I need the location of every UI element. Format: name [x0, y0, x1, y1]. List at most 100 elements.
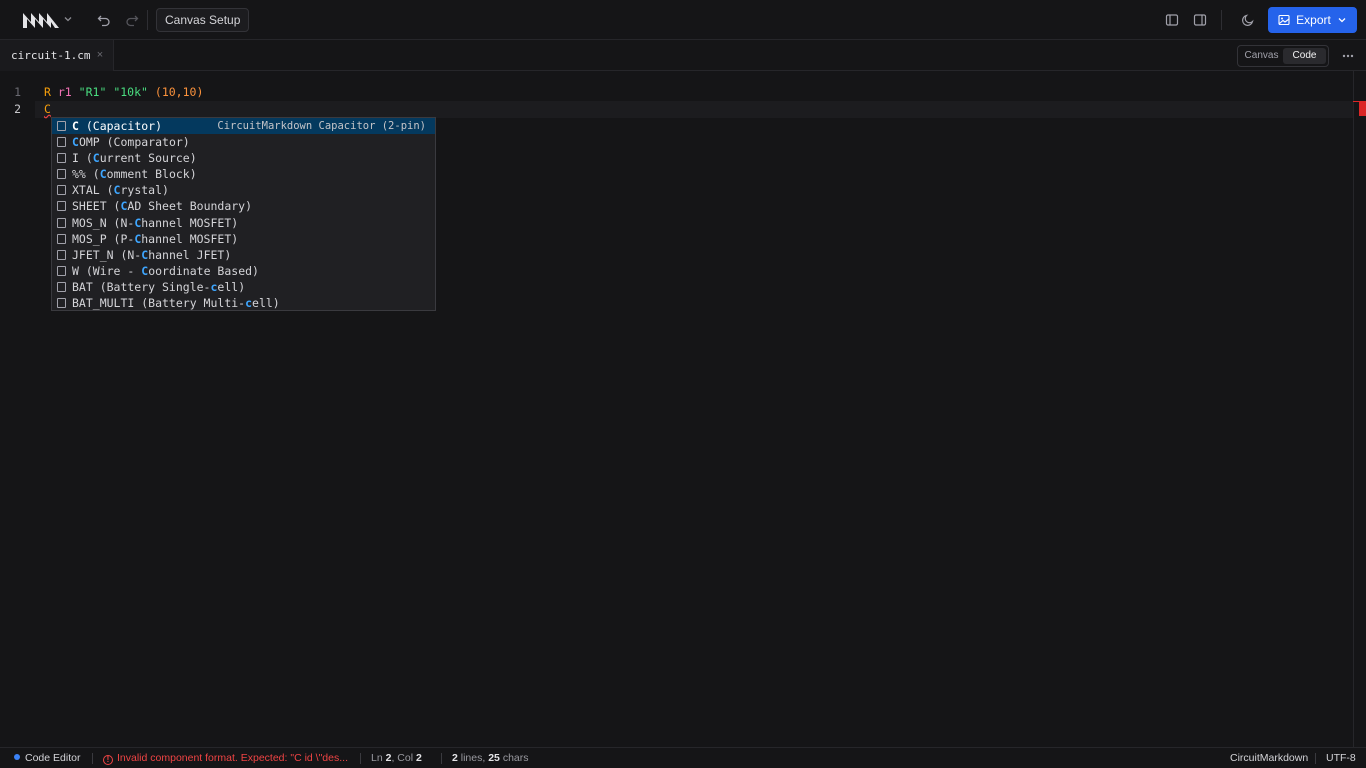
suggestion-item[interactable]: %% (Comment Block)	[52, 166, 435, 182]
status-divider	[1315, 753, 1316, 764]
editor-scrollbar[interactable]	[1353, 71, 1366, 747]
code-line-1[interactable]: R r1 "R1" "10k" (10,10)	[44, 84, 203, 101]
close-icon[interactable]: ×	[94, 49, 106, 61]
suggestion-text: BAT_MULTI (Battery Multi-	[72, 296, 246, 311]
status-doc-stats: 2 lines, 25 chars	[452, 748, 529, 768]
active-line-highlight	[35, 101, 1353, 118]
top-toolbar: Canvas Setup Export	[0, 0, 1366, 40]
suggestion-text: MOS_N (N-	[72, 215, 135, 230]
export-button[interactable]: Export	[1268, 7, 1357, 33]
suggestion-text: (Capacitor)	[78, 119, 163, 133]
suggestion-text: urrent Source)	[99, 151, 197, 166]
tab-code[interactable]: Code	[1283, 48, 1326, 64]
token-keyword: R	[44, 85, 51, 99]
suggestion-text: hannel MOSFET)	[141, 231, 239, 246]
suggestion-text: ell)	[252, 296, 280, 311]
suggestion-text: hannel MOSFET)	[141, 215, 239, 230]
error-marker	[1359, 102, 1366, 116]
status-cursor-position[interactable]: Ln 2, Col 2	[371, 748, 422, 768]
image-icon	[1278, 14, 1290, 26]
status-divider	[92, 753, 93, 764]
snippet-icon	[57, 298, 66, 309]
suggestion-text: OMP (Comparator)	[78, 135, 190, 150]
suggestion-detail: CircuitMarkdown Capacitor (2-pin)	[217, 120, 426, 132]
suggestion-item[interactable]: COMP (Comparator)	[52, 134, 435, 150]
view-toggle: Canvas Code	[1237, 45, 1329, 67]
suggestion-text: oordinate Based)	[148, 263, 259, 278]
right-panel-icon[interactable]	[1190, 10, 1210, 30]
error-icon: !	[103, 755, 113, 765]
token-number: 10	[182, 85, 197, 99]
suggestion-item[interactable]: W (Wire - Coordinate Based)	[52, 263, 435, 279]
status-mode: Code Editor	[14, 748, 80, 768]
snippet-icon	[57, 137, 66, 148]
suggestion-text: hannel JFET)	[148, 247, 232, 262]
suggestion-item[interactable]: JFET_N (N-Channel JFET)	[52, 247, 435, 263]
export-label: Export	[1296, 13, 1331, 27]
suggestion-text: XTAL (	[72, 183, 114, 198]
snippet-icon	[57, 233, 66, 244]
suggestion-match: c	[245, 296, 253, 311]
token-string: "10k"	[113, 85, 148, 99]
snippet-icon	[57, 185, 66, 196]
status-error[interactable]: ! Invalid component format. Expected: "C …	[103, 748, 348, 768]
col-label: , Col	[391, 752, 414, 764]
snippet-icon	[57, 217, 66, 228]
toolbar-divider	[1221, 10, 1222, 30]
chevron-down-icon[interactable]	[62, 13, 74, 25]
suggestion-item[interactable]: BAT (Battery Single-cell)	[52, 279, 435, 295]
status-bar: Code Editor ! Invalid component format. E…	[0, 747, 1366, 768]
suggestion-item[interactable]: MOS_P (P-Channel MOSFET)	[52, 231, 435, 247]
suggestion-text: BAT (Battery Single-	[72, 279, 211, 294]
suggestion-item[interactable]: XTAL (Crystal)	[52, 182, 435, 198]
code-line-2[interactable]: C	[44, 101, 51, 118]
suggestion-item[interactable]: SHEET (CAD Sheet Boundary)	[52, 198, 435, 214]
lines-count: 2	[452, 752, 458, 764]
token-identifier: r1	[57, 85, 72, 99]
snippet-icon	[57, 169, 66, 180]
suggestion-item[interactable]: BAT_MULTI (Battery Multi-cell)	[52, 295, 435, 311]
line-number: 2	[14, 102, 21, 116]
app-logo[interactable]	[22, 11, 60, 29]
suggestion-match: C	[72, 135, 79, 150]
snippet-icon	[57, 153, 66, 164]
suggestion-item[interactable]: I (Current Source)	[52, 150, 435, 166]
status-language[interactable]: CircuitMarkdown	[1230, 748, 1308, 768]
suggestion-text: %% (	[72, 167, 100, 182]
line-number: 1	[14, 85, 21, 99]
snippet-icon	[57, 121, 66, 131]
tab-canvas[interactable]: Canvas	[1240, 48, 1283, 64]
moon-icon[interactable]	[1238, 10, 1258, 30]
suggestion-item[interactable]: C (Capacitor) CircuitMarkdown Capacitor (…	[52, 118, 435, 135]
file-tab-name: circuit-1.cm	[11, 49, 91, 62]
redo-icon[interactable]	[122, 10, 142, 30]
status-error-text: Invalid component format. Expected: "C i…	[117, 752, 348, 764]
status-mode-label: Code Editor	[25, 752, 81, 764]
undo-icon[interactable]	[94, 10, 114, 30]
left-panel-icon[interactable]	[1162, 10, 1182, 30]
snippet-icon	[57, 265, 66, 276]
tab-bar: circuit-1.cm × Canvas Code	[0, 40, 1366, 71]
canvas-setup-button[interactable]: Canvas Setup	[156, 8, 250, 32]
autocomplete-popup: C (Capacitor) CircuitMarkdown Capacitor (…	[51, 117, 436, 311]
token-string: "R1"	[78, 85, 107, 99]
suggestion-text: W (Wire -	[72, 263, 142, 278]
lines-label: lines,	[460, 752, 486, 764]
suggestion-text: JFET_N (N-	[72, 247, 142, 262]
status-encoding[interactable]: UTF-8	[1326, 748, 1356, 768]
status-divider	[441, 753, 442, 764]
more-options-icon[interactable]	[1340, 48, 1356, 64]
suggestion-text: rystal)	[120, 183, 169, 198]
token-number: 10	[161, 85, 176, 99]
ln-label: Ln	[371, 752, 383, 764]
suggestion-match: C	[92, 151, 100, 166]
file-tab[interactable]: circuit-1.cm ×	[0, 40, 114, 71]
token-paren: )	[196, 85, 204, 99]
suggestion-item[interactable]: MOS_N (N-Channel MOSFET)	[52, 215, 435, 231]
suggestion-match: C	[72, 119, 79, 133]
suggestion-text: ell)	[217, 279, 246, 294]
token-paren: (	[154, 85, 162, 99]
snippet-icon	[57, 281, 66, 292]
suggestion-text: I (	[72, 151, 93, 166]
status-divider	[360, 753, 361, 764]
